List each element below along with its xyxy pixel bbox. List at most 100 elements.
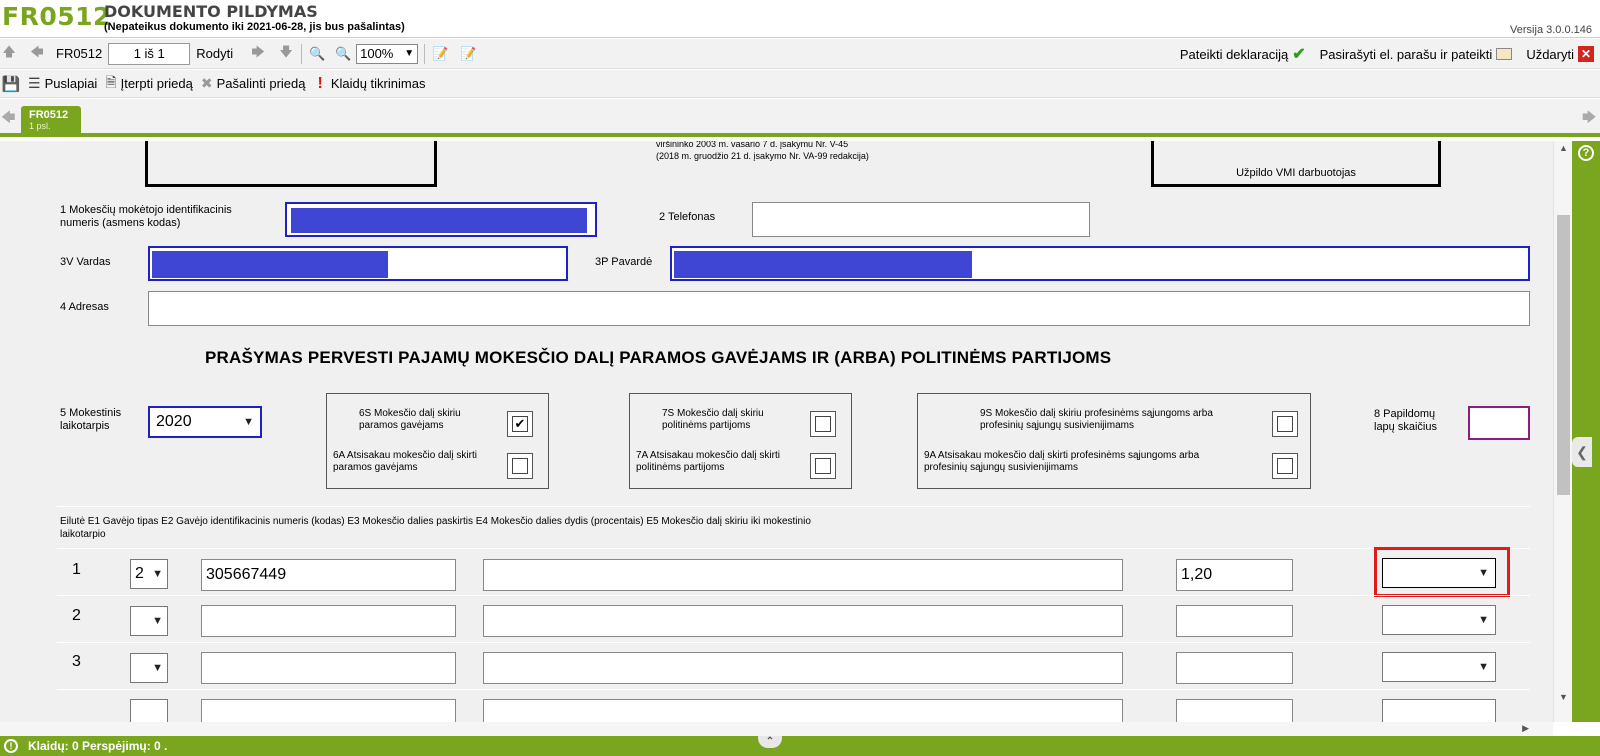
row-2-code-input[interactable] (201, 605, 456, 637)
edit-form-alt-icon[interactable]: 📝 (459, 45, 477, 63)
divider (57, 506, 1530, 507)
row-3-percent-input[interactable] (1176, 652, 1293, 684)
field-4-label: 4 Adresas (60, 301, 109, 313)
row-4-until-select[interactable] (1382, 699, 1496, 722)
row-1-code-input[interactable]: 305667449 (201, 559, 456, 591)
insert-attachment-button[interactable]: 🗎 Įterpti priedą (105, 72, 193, 96)
row-3-until-select[interactable]: ▼ (1382, 652, 1496, 682)
zoom-in-icon[interactable]: 🔍 (334, 45, 352, 63)
row-1-type-select[interactable]: 2 ▼ (130, 559, 168, 589)
field-3v-label: 3V Vardas (60, 256, 111, 268)
row-3-code-input[interactable] (201, 652, 456, 684)
last-name-field[interactable] (670, 246, 1530, 281)
remove-label: Pašalinti priedą (216, 76, 306, 91)
field-8-label: 8 Papildomų lapų skaičius (1374, 408, 1437, 433)
exclamation-icon: ! (317, 74, 323, 92)
tax-period-value: 2020 (156, 413, 192, 430)
row-2-percent-input[interactable] (1176, 605, 1293, 637)
checkbox-6s[interactable]: ✔ (507, 411, 533, 437)
close-label: Uždaryti (1526, 46, 1574, 62)
group-7: 7S Mokesčio dalį skiriu politinėms parti… (629, 393, 852, 489)
row-2-purpose-input[interactable] (483, 605, 1123, 637)
submit-label: Pateikti deklaraciją (1179, 46, 1289, 62)
error-check-button[interactable]: ! Klaidų tikrinimas (313, 75, 425, 93)
arrow-down-icon[interactable]: 🡇 (277, 44, 295, 63)
address-field[interactable] (148, 291, 1530, 326)
row-4-code-input[interactable] (201, 699, 456, 722)
warning-icon: ! (4, 739, 18, 753)
tax-period-select[interactable]: 2020 ▼ (148, 406, 262, 438)
horizontal-scrollbar[interactable]: ▶ (0, 722, 1553, 736)
row-2-until-select[interactable]: ▼ (1382, 605, 1496, 635)
submit-declaration-button[interactable]: Pateikti deklaraciją ✔ (1180, 44, 1306, 64)
insert-label: Įterpti priedą (120, 76, 193, 91)
zoom-out-icon[interactable]: 🔍 (308, 45, 326, 63)
row-1-purpose-input[interactable] (483, 559, 1123, 591)
divider (57, 595, 1530, 596)
scroll-right-icon[interactable]: 🡆 (1582, 107, 1596, 129)
arrow-up-icon[interactable]: 🡅 (0, 44, 18, 63)
scrollbar-thumb[interactable] (1557, 215, 1570, 495)
vmi-box: Užpildo VMI darbuotojas (1151, 141, 1441, 187)
row-2-type-select[interactable]: ▼ (130, 606, 168, 636)
tab-pages: 1 psl. (29, 121, 51, 131)
tab-fr0512[interactable]: FR0512 1 psl. (21, 106, 81, 137)
zoom-value: 100% (360, 46, 394, 61)
checkbox-9a[interactable] (1272, 453, 1298, 479)
g9a-label: 9A Atsisakau mokesčio dalį skirti profes… (924, 450, 1200, 473)
row-1-until-select[interactable]: ▼ (1382, 558, 1496, 588)
pages-button[interactable]: ☰ Puslapiai (28, 75, 97, 92)
form-heading: PRAŠYMAS PERVESTI PAJAMŲ MOKESČIO DALĮ P… (205, 348, 1112, 367)
arrow-left-icon[interactable]: 🡄 (28, 44, 46, 63)
edit-form-icon[interactable]: 📝 (431, 45, 449, 63)
vmi-label: Užpildo VMI darbuotojas (1236, 167, 1356, 179)
row-4-percent-input[interactable] (1176, 699, 1293, 722)
zoom-select[interactable]: 100% ▼ (356, 43, 419, 64)
phone-field[interactable] (752, 202, 1090, 237)
cross-icon: ✖ (200, 75, 213, 91)
page-input[interactable] (108, 42, 191, 65)
checkbox-9s[interactable] (1272, 411, 1298, 437)
g7a-label: 7A Atsisakau mokesčio dalį skirti politi… (636, 450, 780, 473)
g6a-label: 6A Atsisakau mokesčio dalį skirti paramo… (333, 450, 477, 473)
g7s-label: 7S Mokesčio dalį skiriu politinėms parti… (662, 408, 764, 431)
divider (57, 642, 1530, 643)
checkbox-6a[interactable] (507, 453, 533, 479)
chevron-up-icon[interactable]: ⌃ (758, 736, 782, 748)
close-button[interactable]: Uždaryti ✕ (1526, 46, 1594, 62)
scroll-up-icon[interactable]: ▲ (1559, 143, 1568, 153)
row-4-type-select[interactable] (130, 699, 168, 722)
scroll-right-icon[interactable]: ▶ (1522, 723, 1529, 734)
g6s-label: 6S Mokesčio dalį skiriu paramos gavėjams (359, 408, 461, 431)
row-1-percent-input[interactable]: 1,20 (1176, 559, 1293, 591)
remove-attachment-button[interactable]: ✖ Pašalinti priedą (201, 75, 306, 92)
expand-panel-icon[interactable]: ❮ (1572, 437, 1592, 467)
first-name-field[interactable] (148, 246, 568, 281)
vertical-scrollbar[interactable]: ▲ ▼ (1553, 141, 1572, 722)
sign-and-submit-button[interactable]: Pasirašyti el. parašu ir pateikti (1320, 47, 1513, 62)
arrow-right-icon[interactable]: 🡆 (249, 44, 267, 63)
right-sidebar: ? ❮ (1572, 141, 1600, 722)
row-3-type-select[interactable]: ▼ (130, 653, 168, 683)
field-1-label: 1 Mokesčių mokėtojo identifikacinis nume… (60, 204, 232, 229)
row-3-purpose-input[interactable] (483, 652, 1123, 684)
checkbox-7s[interactable] (810, 411, 836, 437)
row-number: 2 (72, 607, 81, 624)
toolbar-divider (424, 43, 426, 64)
pages-label: Puslapiai (44, 76, 98, 91)
extra-pages-field[interactable] (1468, 406, 1530, 440)
chevron-down-icon: ▼ (1478, 614, 1489, 626)
show-label[interactable]: Rodyti (196, 39, 233, 69)
checkbox-6s-mark: ✔ (512, 416, 528, 432)
group-6: 6S Mokesčio dalį skiriu paramos gavėjams… (326, 393, 549, 489)
table-header: Eilutė E1 Gavėjo tipas E2 Gavėjo identif… (60, 516, 811, 540)
taxpayer-id-field[interactable] (285, 202, 597, 237)
save-icon[interactable]: 💾 (2, 75, 21, 93)
scroll-left-icon[interactable]: 🡄 (1, 107, 15, 129)
help-icon[interactable]: ? (1578, 145, 1594, 161)
chevron-down-icon: ▼ (152, 615, 163, 627)
checkbox-7a[interactable] (810, 453, 836, 479)
scroll-down-icon[interactable]: ▼ (1559, 692, 1568, 702)
field-2-label: 2 Telefonas (659, 211, 716, 223)
row-4-purpose-input[interactable] (483, 699, 1123, 722)
